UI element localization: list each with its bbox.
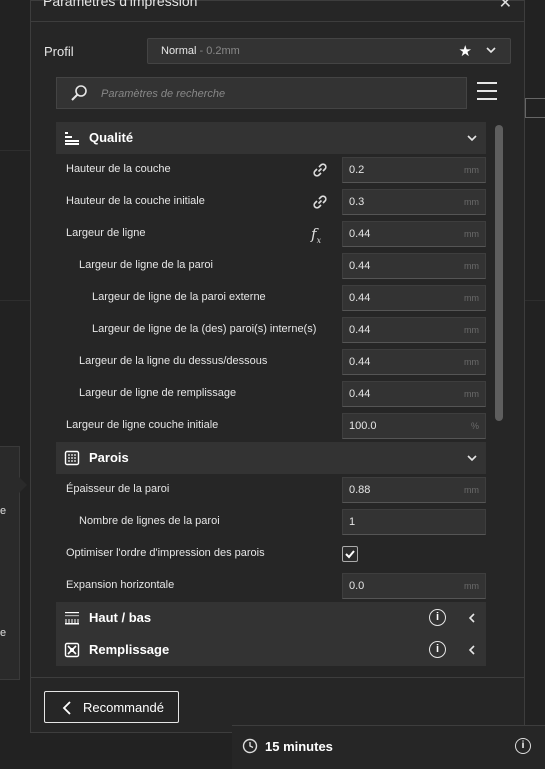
setting-label: Largeur de ligne de la paroi	[79, 259, 213, 271]
search-input[interactable]	[101, 84, 451, 104]
popup-text: e	[0, 505, 7, 517]
recommended-button[interactable]: Recommandé	[44, 691, 179, 723]
hamburger-bar	[477, 82, 497, 84]
grid-line	[0, 300, 30, 301]
hamburger-bar	[477, 90, 497, 92]
optimize-wall-order-checkbox[interactable]	[342, 546, 358, 562]
setting-row: Largeur de la ligne du dessus/dessous 0.…	[56, 346, 486, 378]
profile-label: Profil	[44, 44, 74, 59]
category-top-bottom[interactable]: Haut / bas i	[56, 602, 486, 634]
clock-icon	[242, 738, 258, 754]
right-edge-button[interactable]	[525, 98, 545, 118]
setting-label: Expansion horizontale	[66, 579, 175, 591]
wall-thickness-field[interactable]: 0.88 mm	[342, 477, 486, 503]
category-label: Parois	[89, 450, 129, 465]
initial-layer-line-width-field[interactable]: 100.0%	[342, 413, 486, 439]
close-button[interactable]: ✕	[499, 0, 512, 13]
left-popup: e e	[0, 446, 27, 680]
setting-row: Largeur de ligne fx 0.44 mm	[56, 218, 486, 250]
settings-list: Qualité Hauteur de la couche 0.2 mm Haute…	[56, 122, 486, 668]
quality-icon	[65, 132, 79, 145]
setting-label: Épaisseur de la paroi	[66, 483, 170, 495]
category-label: Haut / bas	[89, 610, 152, 625]
print-time: 15 minutes	[265, 739, 333, 754]
setting-label: Largeur de ligne de la paroi externe	[92, 291, 266, 303]
divider	[31, 21, 524, 22]
info-icon[interactable]: i	[515, 738, 531, 754]
chevron-left-icon	[468, 613, 475, 623]
walls-icon	[64, 450, 80, 466]
setting-label: Nombre de lignes de la paroi	[79, 515, 220, 527]
category-label: Remplissage	[89, 642, 170, 657]
chevron-left-icon	[468, 645, 475, 655]
setting-row: Largeur de ligne de la paroi externe 0.4…	[56, 282, 486, 314]
horizontal-expansion-field[interactable]: 0.0 mm	[342, 573, 486, 599]
infill-line-width-field[interactable]: 0.44 mm	[342, 381, 486, 407]
top-bottom-line-width-field[interactable]: 0.44 mm	[342, 349, 486, 375]
favorite-star-icon[interactable]: ★	[459, 42, 472, 60]
category-label: Qualité	[89, 130, 134, 145]
category-quality[interactable]: Qualité	[56, 122, 486, 154]
setting-row: Largeur de ligne de remplissage 0.44 mm	[56, 378, 486, 410]
chevron-down-icon	[486, 47, 496, 54]
hamburger-bar	[477, 98, 497, 100]
title-bar: Paramètres d'impression ✕	[31, 0, 524, 19]
setting-label: Largeur de ligne couche initiale	[66, 419, 219, 431]
line-width-field[interactable]: 0.44 mm	[342, 221, 486, 247]
print-settings-panel: Paramètres d'impression ✕ Profil Normal …	[30, 0, 525, 733]
print-estimate-panel: 15 minutes i	[232, 725, 545, 769]
setting-row: Nombre de lignes de la paroi 1	[56, 506, 486, 538]
settings-menu-button[interactable]	[477, 82, 497, 102]
grid-line	[0, 150, 30, 151]
profile-name: Normal - 0.2mm	[161, 45, 240, 57]
setting-row: Épaisseur de la paroi 0.88 mm	[56, 474, 486, 506]
layer-height-field[interactable]: 0.2 mm	[342, 157, 486, 183]
setting-row: Largeur de ligne couche initiale 100.0%	[56, 410, 486, 442]
setting-row: Largeur de ligne de la (des) paroi(s) in…	[56, 314, 486, 346]
info-icon[interactable]: i	[429, 641, 446, 658]
divider	[31, 677, 524, 678]
setting-label: Largeur de ligne	[66, 227, 146, 239]
popup-text: e	[0, 627, 7, 639]
wall-line-count-field[interactable]: 1	[342, 509, 486, 535]
setting-row: Hauteur de la couche 0.2 mm	[56, 154, 486, 186]
category-walls[interactable]: Parois	[56, 442, 486, 474]
setting-label: Hauteur de la couche	[66, 163, 171, 175]
setting-row: Expansion horizontale 0.0 mm	[56, 570, 486, 602]
checkmark-icon	[345, 550, 355, 559]
popup-arrow	[19, 477, 27, 493]
chevron-down-icon	[467, 455, 477, 462]
infill-icon	[64, 642, 80, 658]
setting-row: Hauteur de la couche initiale 0.3 mm	[56, 186, 486, 218]
link-icon[interactable]	[311, 193, 329, 211]
grid-line	[525, 300, 545, 301]
search-box	[56, 77, 467, 109]
category-infill[interactable]: Remplissage i	[56, 634, 486, 666]
search-icon	[71, 85, 87, 101]
viewport-background: e e Paramètres d'impression ✕ Profil Nor…	[0, 0, 545, 769]
setting-label: Largeur de la ligne du dessus/dessous	[79, 355, 268, 367]
panel-title: Paramètres d'impression	[43, 0, 198, 9]
wall-line-width-field[interactable]: 0.44 mm	[342, 253, 486, 279]
outer-wall-line-width-field[interactable]: 0.44 mm	[342, 285, 486, 311]
top-bottom-icon	[65, 612, 79, 625]
setting-row: Largeur de ligne de la paroi 0.44 mm	[56, 250, 486, 282]
link-icon[interactable]	[311, 161, 329, 179]
recommended-label: Recommandé	[83, 700, 164, 715]
setting-label: Largeur de ligne de remplissage	[79, 387, 237, 399]
setting-label: Largeur de ligne de la (des) paroi(s) in…	[92, 323, 317, 335]
info-icon[interactable]: i	[429, 609, 446, 626]
profile-dropdown[interactable]: Normal - 0.2mm ★	[147, 38, 511, 64]
chevron-left-icon	[62, 701, 71, 715]
function-icon[interactable]: fx	[311, 225, 329, 245]
setting-label: Hauteur de la couche initiale	[66, 195, 205, 207]
setting-row: Optimiser l'ordre d'impression des paroi…	[56, 538, 486, 570]
settings-scrollbar[interactable]	[495, 125, 503, 421]
initial-layer-height-field[interactable]: 0.3 mm	[342, 189, 486, 215]
inner-wall-line-width-field[interactable]: 0.44 mm	[342, 317, 486, 343]
setting-label: Optimiser l'ordre d'impression des paroi…	[66, 547, 265, 559]
chevron-down-icon	[467, 135, 477, 142]
